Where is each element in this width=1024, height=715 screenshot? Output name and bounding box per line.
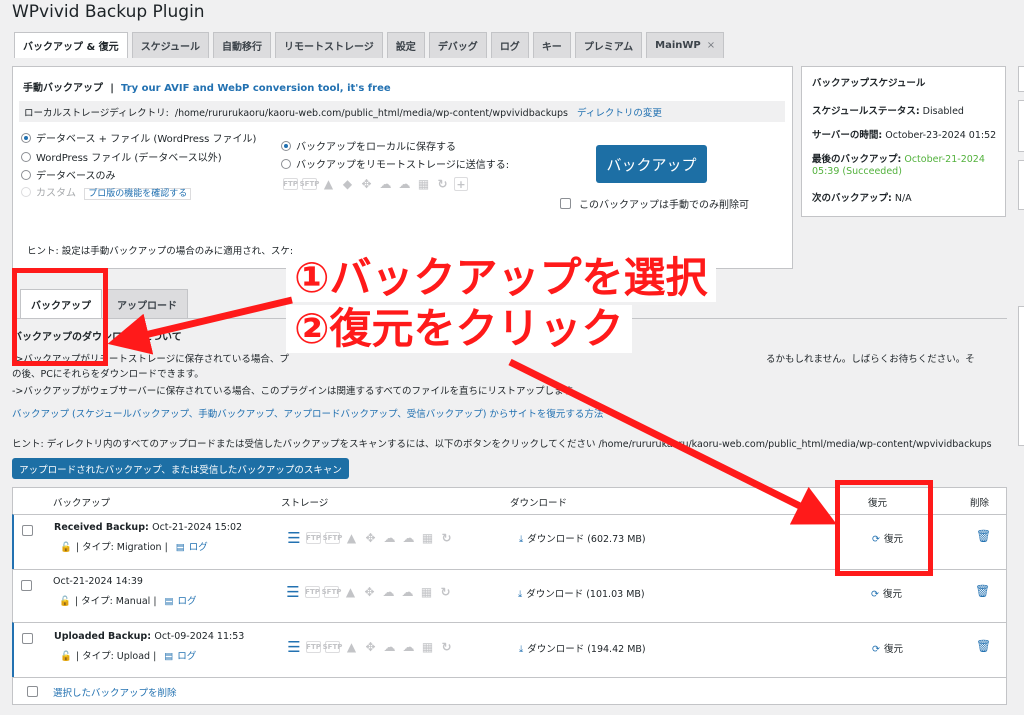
arrow-to-backup-tab: [107, 296, 293, 355]
arrow-to-restore: [508, 358, 837, 525]
annotation-arrows: [107, 296, 837, 525]
